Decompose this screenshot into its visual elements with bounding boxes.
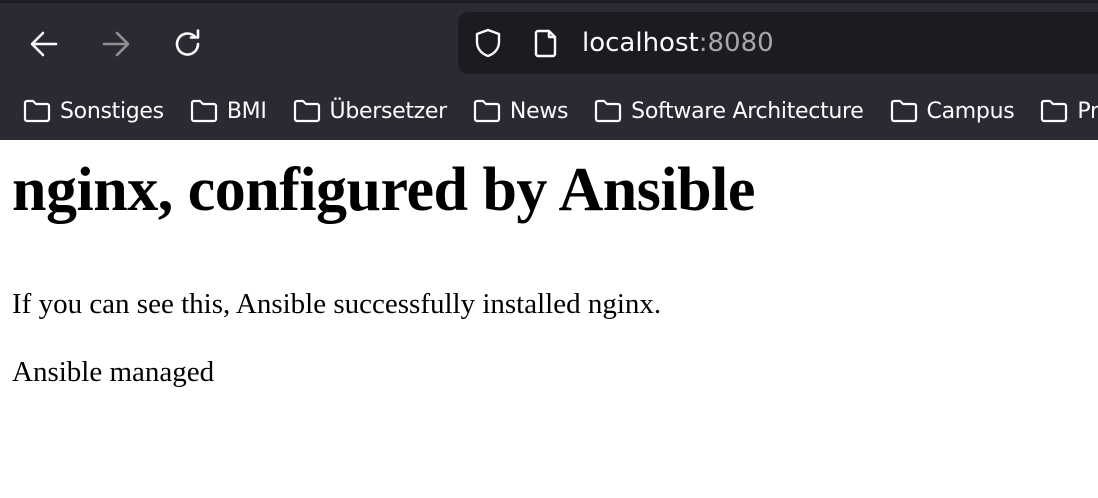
bookmark-folder-pr[interactable]: Pr bbox=[1039, 98, 1098, 124]
bookmark-folder-bmi[interactable]: BMI bbox=[189, 98, 267, 124]
bookmark-label: BMI bbox=[226, 98, 267, 124]
bookmark-folder-ubersetzer[interactable]: Übersetzer bbox=[292, 98, 447, 124]
bookmark-label: Software Architecture bbox=[631, 98, 864, 124]
bookmark-label: Übersetzer bbox=[329, 98, 448, 124]
forward-button[interactable] bbox=[96, 24, 136, 64]
browser-toolbar: localhost:8080 Sonstiges BMI Übersetzer … bbox=[0, 0, 1098, 140]
bookmarks-toolbar: Sonstiges BMI Übersetzer News Software A… bbox=[0, 88, 1098, 134]
shield-icon[interactable] bbox=[472, 27, 504, 59]
folder-icon bbox=[190, 99, 217, 123]
folder-icon bbox=[473, 99, 501, 123]
folder-icon bbox=[293, 99, 320, 123]
bookmark-label: News bbox=[509, 98, 569, 124]
page-heading: nginx, configured by Ansible bbox=[12, 156, 755, 224]
reload-button[interactable] bbox=[168, 24, 208, 64]
bookmark-folder-sonstiges[interactable]: Sonstiges bbox=[22, 98, 164, 124]
url-port: :8080 bbox=[698, 28, 774, 58]
folder-icon bbox=[1041, 99, 1068, 123]
arrow-right-icon bbox=[102, 31, 130, 57]
bookmark-folder-software-architecture[interactable]: Software Architecture bbox=[593, 98, 864, 124]
url-text[interactable]: localhost:8080 bbox=[582, 26, 774, 60]
bookmark-label: Campus bbox=[926, 98, 1015, 124]
page-content: nginx, configured by Ansible If you can … bbox=[12, 140, 1092, 390]
url-host: localhost bbox=[582, 28, 699, 58]
address-bar[interactable]: localhost:8080 bbox=[458, 12, 1098, 74]
paragraph-success: If you can see this, Ansible successfull… bbox=[12, 288, 662, 320]
reload-icon bbox=[175, 29, 200, 56]
bookmark-folder-campus[interactable]: Campus bbox=[889, 98, 1015, 124]
paragraph-managed: Ansible managed bbox=[12, 356, 215, 388]
folder-icon bbox=[595, 99, 622, 123]
back-button[interactable] bbox=[24, 24, 64, 64]
bookmark-folder-news[interactable]: News bbox=[472, 98, 568, 124]
bookmark-label: Sonstiges bbox=[60, 98, 164, 124]
folder-icon bbox=[23, 99, 51, 123]
page-icon[interactable] bbox=[530, 27, 562, 59]
arrow-left-icon bbox=[30, 31, 58, 57]
folder-icon bbox=[890, 99, 917, 123]
bookmark-label: Pr bbox=[1077, 98, 1098, 124]
